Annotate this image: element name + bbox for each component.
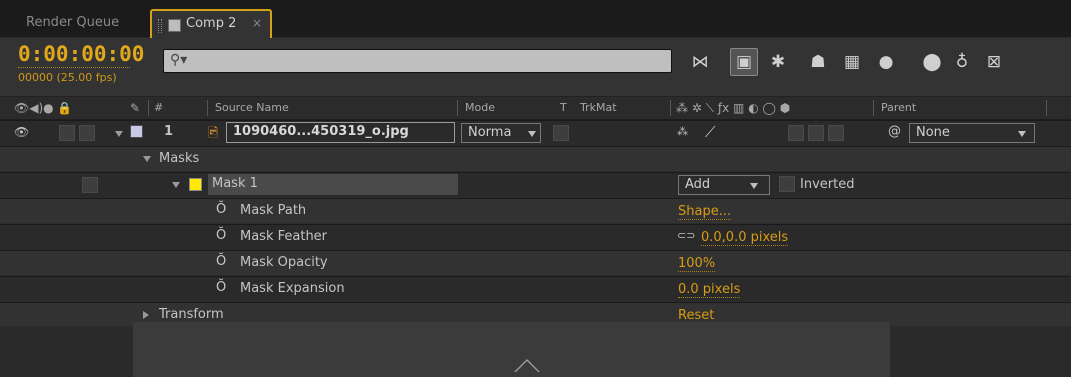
close-icon[interactable]: × — [252, 16, 262, 30]
expand-mask-1-icon[interactable] — [172, 182, 180, 188]
live-update-icon[interactable]: ▣ — [730, 48, 758, 76]
footage-file-icon: 🖻 — [208, 126, 219, 141]
shy-switch-icon[interactable]: ⁂ — [677, 125, 688, 138]
layer-label-color[interactable] — [130, 125, 143, 138]
property-label: Mask Expansion — [240, 281, 345, 296]
current-time-display[interactable]: 0:00:00:00 — [18, 42, 144, 66]
av-features-icons[interactable]: 👁◀)● 🔒 — [14, 101, 72, 115]
constrain-proportions-icon[interactable]: ⊂⊃ — [677, 229, 695, 242]
column-source-name[interactable]: Source Name — [215, 101, 289, 114]
label-column-icon[interactable]: ✎ — [130, 101, 140, 115]
expand-transform-icon[interactable] — [143, 311, 149, 319]
frame-rate-display: 00000 (25.00 fps) — [18, 71, 117, 84]
layer-mode-value: Norma — [468, 125, 512, 140]
expand-masks-icon[interactable] — [143, 156, 151, 162]
search-icon[interactable]: ⚲▾ — [170, 52, 187, 68]
comp-mini-flowchart-icon[interactable]: ⋈ — [686, 48, 714, 76]
mask-expansion-value[interactable]: 0.0 pixels — [678, 282, 741, 298]
parent-select[interactable]: None — [909, 123, 1035, 143]
mask-opacity-row[interactable]: Ŏ Mask Opacity 100% — [0, 251, 1071, 276]
tab-render-queue[interactable]: Render Queue — [14, 9, 131, 38]
quality-switch-icon[interactable]: ⟋ — [705, 123, 716, 141]
inverted-label: Inverted — [800, 177, 855, 192]
stopwatch-icon[interactable]: Ŏ — [216, 228, 226, 243]
transform-group-label: Transform — [159, 307, 224, 322]
motion-blur-icon[interactable]: ● — [872, 48, 900, 76]
parent-value: None — [916, 125, 950, 140]
column-mode[interactable]: Mode — [465, 101, 495, 114]
adjustment-layer-toggle[interactable] — [808, 125, 824, 141]
chevron-down-icon[interactable] — [528, 131, 536, 137]
column-divider — [1046, 100, 1047, 116]
layer-source-name[interactable]: 1090460...450319_o.jpg — [226, 122, 455, 143]
comp-color-swatch — [168, 19, 181, 32]
masks-group-row[interactable]: Masks — [0, 147, 1071, 172]
search-input[interactable]: ⚲▾ — [163, 49, 672, 73]
mask-feather-row[interactable]: Ŏ Mask Feather ⊂⊃ 0.0,0.0 pixels — [0, 225, 1071, 250]
graph-editor-icon[interactable]: ⊠ — [980, 48, 1008, 76]
column-divider — [457, 100, 458, 116]
property-label: Mask Path — [240, 203, 307, 218]
expand-layer-icon[interactable] — [115, 131, 123, 137]
layer-row[interactable]: 👁 1 🖻 1090460...450319_o.jpg Norma ⁂ ⟋ @… — [0, 121, 1071, 146]
chevron-down-icon[interactable] — [750, 183, 758, 189]
stopwatch-icon[interactable]: Ŏ — [216, 254, 226, 269]
column-divider — [670, 100, 671, 116]
audio-toggle[interactable] — [59, 125, 75, 141]
mask-mode-value: Add — [685, 177, 711, 192]
mask-path-row[interactable]: Ŏ Mask Path Shape... — [0, 199, 1071, 224]
expand-up-icon-inner — [516, 361, 538, 372]
chevron-down-icon[interactable] — [1018, 131, 1026, 137]
property-label: Mask Feather — [240, 229, 328, 244]
inverted-checkbox[interactable] — [779, 176, 795, 192]
property-label: Mask Opacity — [240, 255, 328, 270]
tab-grip-icon[interactable] — [158, 19, 162, 33]
mask-1-name[interactable]: Mask 1 — [208, 174, 458, 195]
column-divider — [873, 100, 874, 116]
video-visibility-icon[interactable]: 👁 — [14, 125, 29, 139]
tab-comp-label: Comp 2 — [186, 16, 237, 31]
shy-layers-icon[interactable]: ☗ — [804, 48, 832, 76]
mask-path-value[interactable]: Shape... — [678, 204, 732, 220]
auto-keyframe-icon[interactable]: ♁ — [948, 48, 976, 76]
column-number[interactable]: # — [154, 101, 163, 114]
mask-1-color-swatch[interactable] — [189, 178, 202, 191]
mask-feather-value[interactable]: 0.0,0.0 pixels — [701, 230, 789, 246]
motion-blur-toggle[interactable] — [788, 125, 804, 141]
column-trkmat[interactable]: TrkMat — [580, 101, 617, 114]
column-parent[interactable]: Parent — [881, 101, 916, 114]
layer-number: 1 — [164, 124, 174, 139]
overlay-panel — [133, 322, 890, 377]
tab-comp-2[interactable]: Comp 2 × — [150, 9, 272, 39]
stopwatch-icon[interactable]: Ŏ — [216, 280, 226, 295]
masks-group-label: Masks — [159, 151, 200, 166]
lock-toggle[interactable] — [79, 125, 95, 141]
mask-opacity-value[interactable]: 100% — [678, 256, 716, 272]
switches-column-icons[interactable]: ⁂ ✲ ⟍ ƒx ▥ ◐ ◯ ⬢ — [676, 101, 790, 116]
frame-blending-icon[interactable]: ▦ — [838, 48, 866, 76]
column-divider — [207, 100, 208, 116]
mask-1-row[interactable]: Mask 1 Add Inverted — [0, 173, 1071, 198]
preserve-transparency-toggle[interactable] — [553, 125, 569, 141]
timecode-underline — [18, 67, 130, 68]
pick-whip-icon[interactable]: @ — [888, 124, 901, 139]
mask-lock-toggle[interactable] — [82, 177, 98, 193]
stopwatch-icon[interactable]: Ŏ — [216, 202, 226, 217]
column-divider — [148, 100, 149, 116]
column-t[interactable]: T — [560, 101, 567, 114]
mask-expansion-row[interactable]: Ŏ Mask Expansion 0.0 pixels — [0, 277, 1071, 302]
3d-layer-toggle[interactable] — [828, 125, 844, 141]
draft-3d-icon[interactable]: ✱ — [764, 48, 792, 76]
brainstorm-icon[interactable]: ⬤ — [918, 48, 946, 76]
